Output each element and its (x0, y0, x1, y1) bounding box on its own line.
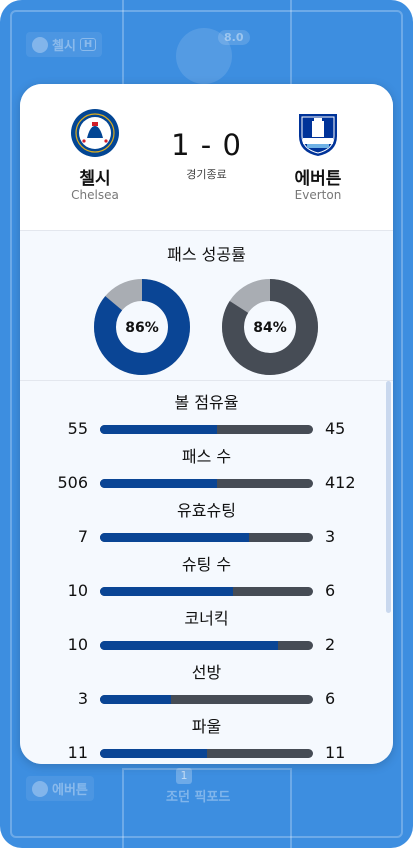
everton-crest-icon (299, 114, 337, 156)
home-chip-label: 첼시 (52, 39, 76, 54)
stat-away-value: 6 (325, 689, 336, 708)
stat-row: 파울 11 11 (20, 713, 393, 764)
stat-label: 볼 점유율 (174, 393, 239, 412)
stat-label: 선방 (191, 663, 222, 682)
stat-bar-home-fill (100, 533, 250, 542)
away-pass-percent: 84% (253, 320, 287, 336)
home-team-chip: 첼시 H (26, 32, 103, 57)
player-name: 조던 픽포드 (166, 790, 231, 805)
away-chip-crest-icon (32, 780, 48, 797)
stat-row: 유효슈팅 7 3 (20, 497, 393, 551)
player-rating: 8.0 (218, 30, 250, 45)
score-header: 첼시 Chelsea 1 - 0 경기종료 에버튼 Everton (20, 84, 393, 230)
stat-away-value: 45 (325, 419, 346, 438)
stat-away-value: 2 (325, 635, 336, 654)
stat-bar (100, 479, 313, 488)
stat-away-value: 6 (325, 581, 336, 600)
match-score: 1 - 0 (171, 128, 242, 162)
stat-bar-home-fill (100, 479, 218, 488)
stat-bar (100, 425, 313, 434)
stat-home-value: 10 (67, 635, 88, 654)
stat-row: 패스 수 506 412 (20, 443, 393, 497)
player-number: 1 (176, 768, 192, 784)
stat-row: 슈팅 수 10 6 (20, 551, 393, 605)
stat-home-value: 55 (67, 419, 88, 438)
stat-bar (100, 641, 313, 650)
home-team-name: 첼시 (79, 169, 111, 189)
stat-label: 유효슈팅 (177, 501, 236, 520)
stat-bar-home-fill (100, 641, 278, 650)
stats-scrollbar[interactable] (386, 381, 391, 613)
stat-away-value: 3 (325, 527, 336, 546)
stat-home-value: 11 (67, 743, 88, 762)
stat-label: 슈팅 수 (181, 555, 232, 574)
stat-home-value: 10 (67, 581, 88, 600)
home-chip-tag: H (79, 38, 97, 51)
chelsea-crest-icon (71, 109, 119, 157)
stat-bar (100, 695, 313, 704)
stat-bar (100, 533, 313, 542)
stat-home-value: 3 (77, 689, 88, 708)
stat-bar-home-fill (100, 425, 218, 434)
stat-bar (100, 749, 313, 758)
stats-panel[interactable]: 패스 성공률 86% 84% 볼 점유율 55 45 패스 수 506 412 유효슈팅 7 3… (20, 231, 393, 764)
home-team-name-en: Chelsea (71, 188, 119, 202)
home-pass-percent: 86% (125, 320, 159, 336)
stat-home-value: 506 (57, 473, 88, 492)
stat-away-value: 11 (325, 743, 346, 762)
home-pass-donut: 86% (94, 279, 190, 375)
stat-label: 패스 수 (181, 447, 232, 466)
away-pass-donut: 84% (222, 279, 318, 375)
stat-row: 선방 3 6 (20, 659, 393, 713)
penalty-box-bottom (122, 768, 292, 848)
stat-list[interactable]: 볼 점유율 55 45 패스 수 506 412 유효슈팅 7 3 슈팅 수 10 6 코너킥 10 2 선방… (20, 381, 393, 764)
stat-away-value: 412 (325, 473, 356, 492)
stat-home-value: 7 (77, 527, 88, 546)
pass-success-title: 패스 성공률 (167, 245, 246, 264)
stat-label: 파울 (191, 717, 222, 736)
stat-bar-home-fill (100, 587, 234, 596)
away-chip-label: 에버튼 (52, 783, 88, 798)
match-stats-card: 첼시 Chelsea 1 - 0 경기종료 에버튼 Everton 패스 성공률… (20, 84, 393, 764)
stat-row: 코너킥 10 2 (20, 605, 393, 659)
stat-row: 볼 점유율 55 45 (20, 389, 393, 443)
away-team-name: 에버튼 (294, 169, 342, 189)
away-team-name-en: Everton (294, 188, 342, 202)
stat-bar-home-fill (100, 749, 207, 758)
home-chip-crest-icon (32, 36, 48, 53)
stat-bar (100, 587, 313, 596)
away-team-chip: 에버튼 (26, 776, 94, 801)
stat-label: 코너킥 (184, 609, 229, 628)
stat-bar-home-fill (100, 695, 171, 704)
match-status: 경기종료 (186, 168, 227, 181)
